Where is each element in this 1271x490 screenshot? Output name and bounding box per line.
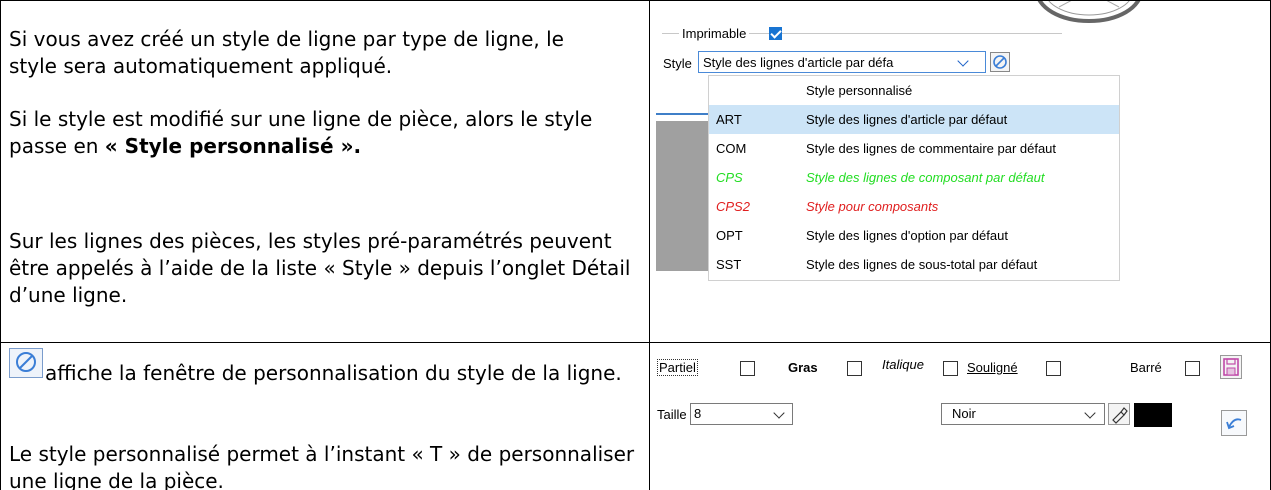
dropdown-item-desc: Style des lignes de sous-total par défau… — [806, 257, 1038, 272]
dropdown-item-desc: Style pour composants — [806, 199, 939, 214]
italique-checkbox[interactable] — [943, 361, 958, 376]
italique-label: Italique — [882, 357, 924, 372]
style-dropdown-list: Style personnalisé ART Style des lignes … — [708, 75, 1120, 281]
style-select[interactable]: Style des lignes d'article par défa — [698, 51, 986, 73]
dropdown-item-art-selected[interactable]: ART Style des lignes d'article par défau… — [709, 105, 1119, 134]
style-select-value: Style des lignes d'article par défa — [703, 55, 894, 70]
chevron-down-icon — [773, 407, 785, 419]
grid-header-line — [656, 113, 708, 115]
table-column-divider — [649, 0, 650, 490]
personalize-style-button[interactable] — [990, 52, 1010, 72]
taille-label: Taille — [657, 407, 687, 422]
document-table: Si vous avez créé un style de ligne par … — [0, 0, 1271, 490]
chevron-down-icon — [957, 55, 969, 67]
save-style-button[interactable] — [1220, 355, 1242, 379]
taille-value: 8 — [694, 406, 702, 421]
partiel-label: Partiel — [657, 359, 698, 376]
dropdown-item-code: CPS2 — [716, 199, 750, 214]
bicycle-wheel-icon — [1037, 1, 1141, 23]
paragraph-personalize-window: affiche la fenêtre de personnalisation d… — [45, 361, 622, 385]
chevron-down-icon — [1084, 407, 1096, 419]
save-icon — [1223, 358, 1239, 376]
couleur-value: Noir — [952, 406, 976, 421]
row2-text-cell: affiche la fenêtre de personnalisation d… — [9, 348, 645, 490]
dropdown-item-desc: Style personnalisé — [806, 83, 913, 98]
dropdown-item-cps[interactable]: CPS Style des lignes de composant par dé… — [709, 163, 1119, 192]
dropdown-item-desc: Style des lignes de composant par défaut — [806, 170, 1045, 185]
taille-select[interactable]: 8 — [690, 403, 793, 425]
row1-text-cell: Si vous avez créé un style de ligne par … — [9, 26, 639, 336]
dropdown-item-code: ART — [716, 112, 742, 127]
color-swatch — [1134, 403, 1172, 427]
style-dropdown-screenshot: Imprimable Style Style des lignes d'arti… — [654, 1, 1270, 341]
barre-checkbox[interactable] — [1185, 361, 1200, 376]
dropdown-item-code: CPS — [716, 170, 743, 185]
color-picker-button[interactable] — [1108, 403, 1130, 425]
couleur-select[interactable]: Noir — [941, 403, 1105, 425]
dropdown-item-personnalise[interactable]: Style personnalisé — [709, 76, 1119, 105]
dropdown-item-desc: Style des lignes d'article par défaut — [806, 112, 1008, 127]
style-label: Style — [663, 56, 692, 71]
imprimable-checkbox[interactable] — [769, 27, 782, 40]
grid-background — [656, 121, 708, 271]
style-personnalise-bold: « Style personnalisé ». — [104, 134, 362, 158]
barre-label: Barré — [1130, 360, 1162, 375]
paragraph-auto-style: Si vous avez créé un style de ligne par … — [9, 27, 564, 78]
reset-style-button[interactable] — [1221, 410, 1247, 436]
table-border-left — [0, 0, 1, 490]
dropdown-item-desc: Style des lignes d'option par défaut — [806, 228, 1008, 243]
dropdown-item-code: SST — [716, 257, 742, 272]
souligne-checkbox[interactable] — [1046, 361, 1061, 376]
gras-checkbox[interactable] — [847, 361, 862, 376]
souligne-label: Souligné — [967, 360, 1018, 375]
paragraph-personalized-style: Le style personnalisé permet à l’instant… — [9, 442, 635, 490]
personalize-style-icon — [993, 55, 1007, 69]
imprimable-label: Imprimable — [679, 26, 750, 41]
partiel-checkbox[interactable] — [740, 361, 755, 376]
dropdown-item-code: OPT — [716, 228, 743, 243]
dropdown-item-sst[interactable]: SST Style des lignes de sous-total par d… — [709, 250, 1119, 279]
paragraph-style-personnalise: Si le style est modifié sur une ligne de… — [9, 106, 634, 160]
dropdown-item-code: COM — [716, 141, 747, 156]
gras-label: Gras — [788, 360, 818, 375]
dropdown-item-opt[interactable]: OPT Style des lignes d'option par défaut — [709, 221, 1119, 250]
paint-brush-icon — [1112, 407, 1128, 424]
dropdown-item-cps2[interactable]: CPS2 Style pour composants — [709, 192, 1119, 221]
dropdown-item-com[interactable]: COM Style des lignes de commentaire par … — [709, 134, 1119, 163]
style-format-toolbar: Partiel Gras Italique Souligné Barré Tai… — [654, 343, 1270, 490]
undo-icon — [1226, 418, 1242, 430]
paragraph-style-list: Sur les lignes des pièces, les styles pr… — [9, 229, 631, 307]
dropdown-item-desc: Style des lignes de commentaire par défa… — [806, 141, 1057, 156]
